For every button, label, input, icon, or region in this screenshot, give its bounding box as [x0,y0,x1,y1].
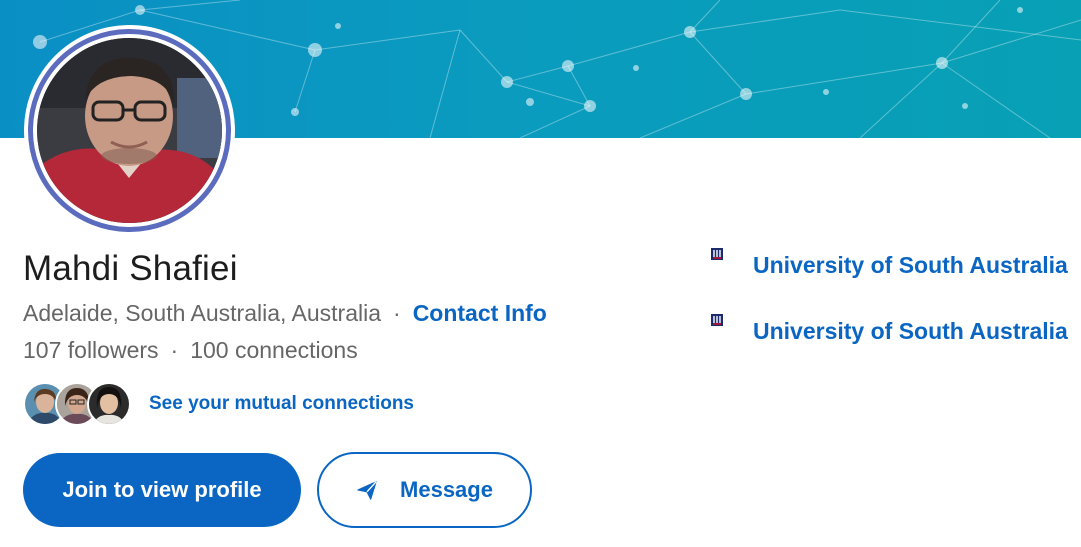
profile-name: Mahdi Shafiei [23,249,238,288]
mutual-connections-link[interactable]: See your mutual connections [149,393,414,415]
send-icon [356,479,378,501]
education-item[interactable]: University of South Australia [702,247,1068,283]
avatar-ring [28,29,231,232]
education-item[interactable]: University of South Australia [702,313,1068,349]
mutual-connections[interactable]: See your mutual connections [23,380,414,428]
location-line: Adelaide, South Australia, Australia · Con… [23,300,547,327]
join-to-view-profile-button[interactable]: Join to view profile [23,453,301,527]
profile-photo [37,38,222,223]
university-crest-icon [711,314,723,326]
university-logo-icon [702,313,732,349]
university-crest-icon [711,248,723,260]
profile-location: Adelaide, South Australia, Australia [23,300,382,326]
followers-count: 107 followers [23,337,159,363]
network-stats: 107 followers · 100 connections [23,337,358,364]
education-school-name[interactable]: University of South Australia [753,252,1068,279]
contact-info-link[interactable]: Contact Info [413,300,547,326]
university-logo-icon [702,247,732,283]
message-button-label: Message [400,477,493,502]
profile-card: Mahdi Shafiei Adelaide, South Australia,… [0,0,1081,547]
message-button[interactable]: Message [317,452,532,528]
education-school-name[interactable]: University of South Australia [753,318,1068,345]
connections-count: 100 connections [190,337,358,363]
mutual-avatar-3 [87,382,131,426]
separator-dot: · [170,337,179,363]
separator-dot: · [393,300,401,326]
profile-photo-illustration [37,38,222,223]
mutual-avatar-3-photo [89,384,129,424]
profile-avatar[interactable] [24,25,235,236]
